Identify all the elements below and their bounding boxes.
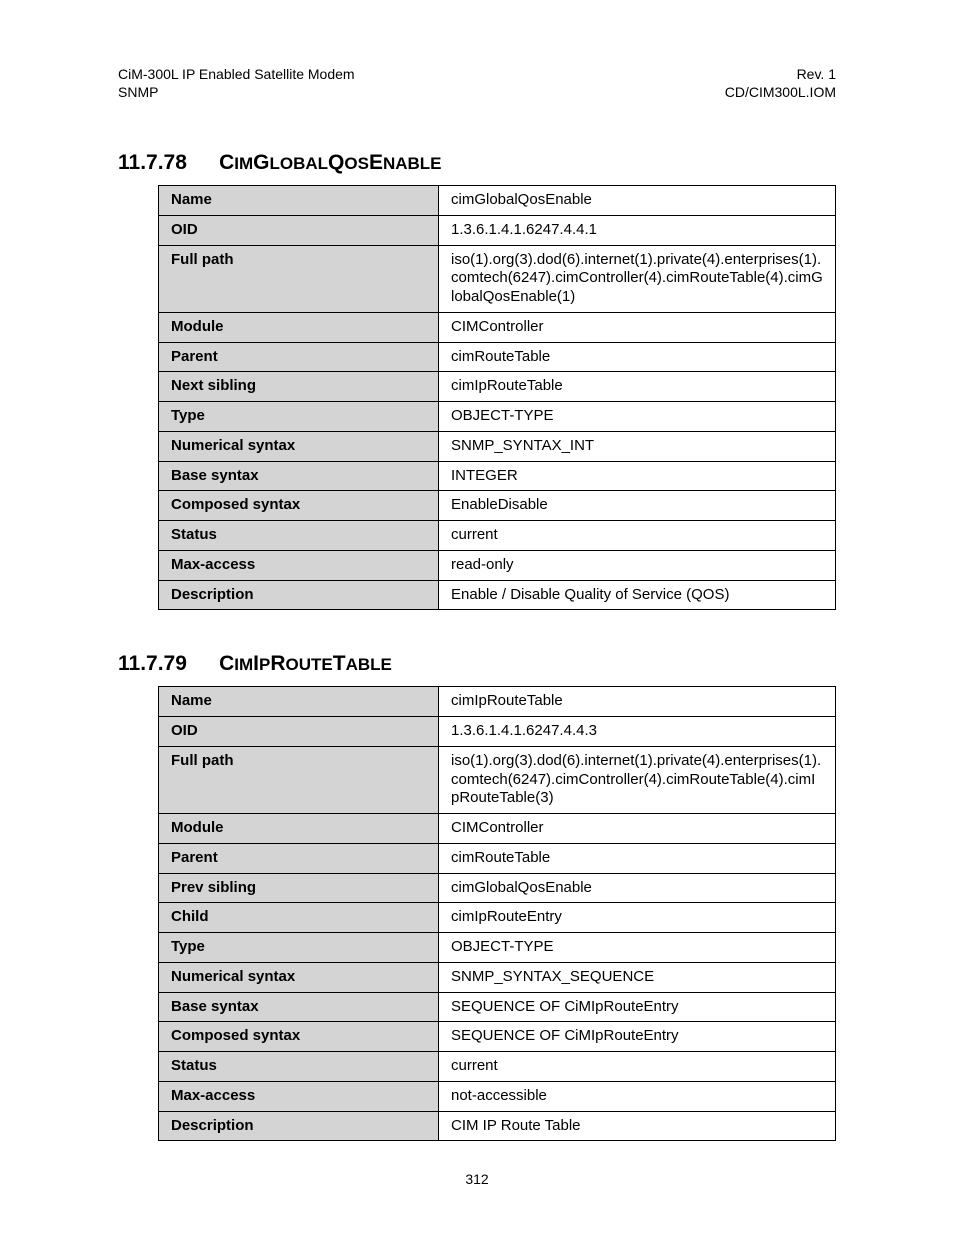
property-key: Numerical syntax xyxy=(159,962,439,992)
header-right-line2: CD/CIM300L.IOM xyxy=(725,84,836,102)
property-key: Base syntax xyxy=(159,992,439,1022)
property-value: EnableDisable xyxy=(439,491,836,521)
property-value: cimRouteTable xyxy=(439,342,836,372)
property-key: Next sibling xyxy=(159,372,439,402)
property-value: cimGlobalQosEnable xyxy=(439,186,836,216)
property-value: OBJECT-TYPE xyxy=(439,402,836,432)
property-value: Enable / Disable Quality of Service (QOS… xyxy=(439,580,836,610)
table-row: OID1.3.6.1.4.1.6247.4.4.1 xyxy=(159,215,836,245)
table-row: Base syntaxINTEGER xyxy=(159,461,836,491)
property-value: SEQUENCE OF CiMIpRouteEntry xyxy=(439,1022,836,1052)
property-key: Status xyxy=(159,521,439,551)
properties-table-2: NamecimIpRouteTableOID1.3.6.1.4.1.6247.4… xyxy=(158,686,836,1141)
header-left-line1: CiM-300L IP Enabled Satellite Modem xyxy=(118,66,355,84)
property-value: CIM IP Route Table xyxy=(439,1111,836,1141)
table-row: NamecimGlobalQosEnable xyxy=(159,186,836,216)
property-key: Module xyxy=(159,814,439,844)
table-row: Full pathiso(1).org(3).dod(6).internet(1… xyxy=(159,245,836,312)
property-key: Module xyxy=(159,312,439,342)
property-value: cimGlobalQosEnable xyxy=(439,873,836,903)
property-key: Type xyxy=(159,933,439,963)
section-title: CIMGLOBALQOSENABLE xyxy=(219,151,441,174)
property-key: Prev sibling xyxy=(159,873,439,903)
property-key: Numerical syntax xyxy=(159,431,439,461)
property-key: Status xyxy=(159,1052,439,1082)
property-value: not-accessible xyxy=(439,1081,836,1111)
table-row: Max-accessnot-accessible xyxy=(159,1081,836,1111)
property-key: Max-access xyxy=(159,550,439,580)
table-row: Statuscurrent xyxy=(159,1052,836,1082)
property-key: Full path xyxy=(159,746,439,813)
table-row: NamecimIpRouteTable xyxy=(159,687,836,717)
property-value: iso(1).org(3).dod(6).internet(1).private… xyxy=(439,245,836,312)
property-value: cimIpRouteTable xyxy=(439,687,836,717)
table-row: Prev siblingcimGlobalQosEnable xyxy=(159,873,836,903)
section-number: 11.7.78 xyxy=(118,151,187,174)
property-key: Type xyxy=(159,402,439,432)
table-row: Max-accessread-only xyxy=(159,550,836,580)
property-value: SNMP_SYNTAX_SEQUENCE xyxy=(439,962,836,992)
property-value: cimIpRouteEntry xyxy=(439,903,836,933)
property-value: INTEGER xyxy=(439,461,836,491)
header-right-line1: Rev. 1 xyxy=(725,66,836,84)
table-row: DescriptionEnable / Disable Quality of S… xyxy=(159,580,836,610)
property-key: Max-access xyxy=(159,1081,439,1111)
table-row: Numerical syntaxSNMP_SYNTAX_SEQUENCE xyxy=(159,962,836,992)
properties-table-1: NamecimGlobalQosEnableOID1.3.6.1.4.1.624… xyxy=(158,185,836,610)
property-value: iso(1).org(3).dod(6).internet(1).private… xyxy=(439,746,836,813)
property-key: Description xyxy=(159,1111,439,1141)
property-key: Full path xyxy=(159,245,439,312)
table-row: TypeOBJECT-TYPE xyxy=(159,933,836,963)
table-row: Composed syntaxEnableDisable xyxy=(159,491,836,521)
property-value: CIMController xyxy=(439,814,836,844)
property-key: OID xyxy=(159,717,439,747)
table-row: Statuscurrent xyxy=(159,521,836,551)
property-value: OBJECT-TYPE xyxy=(439,933,836,963)
section-heading-2: 11.7.79 CIMIPROUTETABLE xyxy=(118,652,836,676)
property-key: OID xyxy=(159,215,439,245)
table-row: TypeOBJECT-TYPE xyxy=(159,402,836,432)
table-row: OID1.3.6.1.4.1.6247.4.4.3 xyxy=(159,717,836,747)
table-row: ParentcimRouteTable xyxy=(159,843,836,873)
property-value: SNMP_SYNTAX_INT xyxy=(439,431,836,461)
property-value: current xyxy=(439,1052,836,1082)
property-value: 1.3.6.1.4.1.6247.4.4.1 xyxy=(439,215,836,245)
property-key: Composed syntax xyxy=(159,1022,439,1052)
property-value: read-only xyxy=(439,550,836,580)
property-value: 1.3.6.1.4.1.6247.4.4.3 xyxy=(439,717,836,747)
property-key: Name xyxy=(159,186,439,216)
page-number: 312 xyxy=(0,1171,954,1187)
property-value: CIMController xyxy=(439,312,836,342)
header-left-line2: SNMP xyxy=(118,84,355,102)
table-row: Next siblingcimIpRouteTable xyxy=(159,372,836,402)
property-value: SEQUENCE OF CiMIpRouteEntry xyxy=(439,992,836,1022)
property-key: Child xyxy=(159,903,439,933)
property-key: Name xyxy=(159,687,439,717)
table-row: ChildcimIpRouteEntry xyxy=(159,903,836,933)
property-key: Base syntax xyxy=(159,461,439,491)
section-number: 11.7.79 xyxy=(118,652,187,675)
table-row: Composed syntaxSEQUENCE OF CiMIpRouteEnt… xyxy=(159,1022,836,1052)
section-title: CIMIPROUTETABLE xyxy=(219,652,392,675)
property-value: current xyxy=(439,521,836,551)
table-row: ModuleCIMController xyxy=(159,814,836,844)
property-key: Description xyxy=(159,580,439,610)
property-key: Parent xyxy=(159,342,439,372)
table-row: DescriptionCIM IP Route Table xyxy=(159,1111,836,1141)
table-row: ParentcimRouteTable xyxy=(159,342,836,372)
table-row: Numerical syntaxSNMP_SYNTAX_INT xyxy=(159,431,836,461)
property-value: cimIpRouteTable xyxy=(439,372,836,402)
property-key: Composed syntax xyxy=(159,491,439,521)
table-row: Base syntaxSEQUENCE OF CiMIpRouteEntry xyxy=(159,992,836,1022)
table-row: ModuleCIMController xyxy=(159,312,836,342)
property-value: cimRouteTable xyxy=(439,843,836,873)
section-heading-1: 11.7.78 CIMGLOBALQOSENABLE xyxy=(118,151,836,175)
page-header: CiM-300L IP Enabled Satellite Modem SNMP… xyxy=(118,66,836,101)
table-row: Full pathiso(1).org(3).dod(6).internet(1… xyxy=(159,746,836,813)
property-key: Parent xyxy=(159,843,439,873)
